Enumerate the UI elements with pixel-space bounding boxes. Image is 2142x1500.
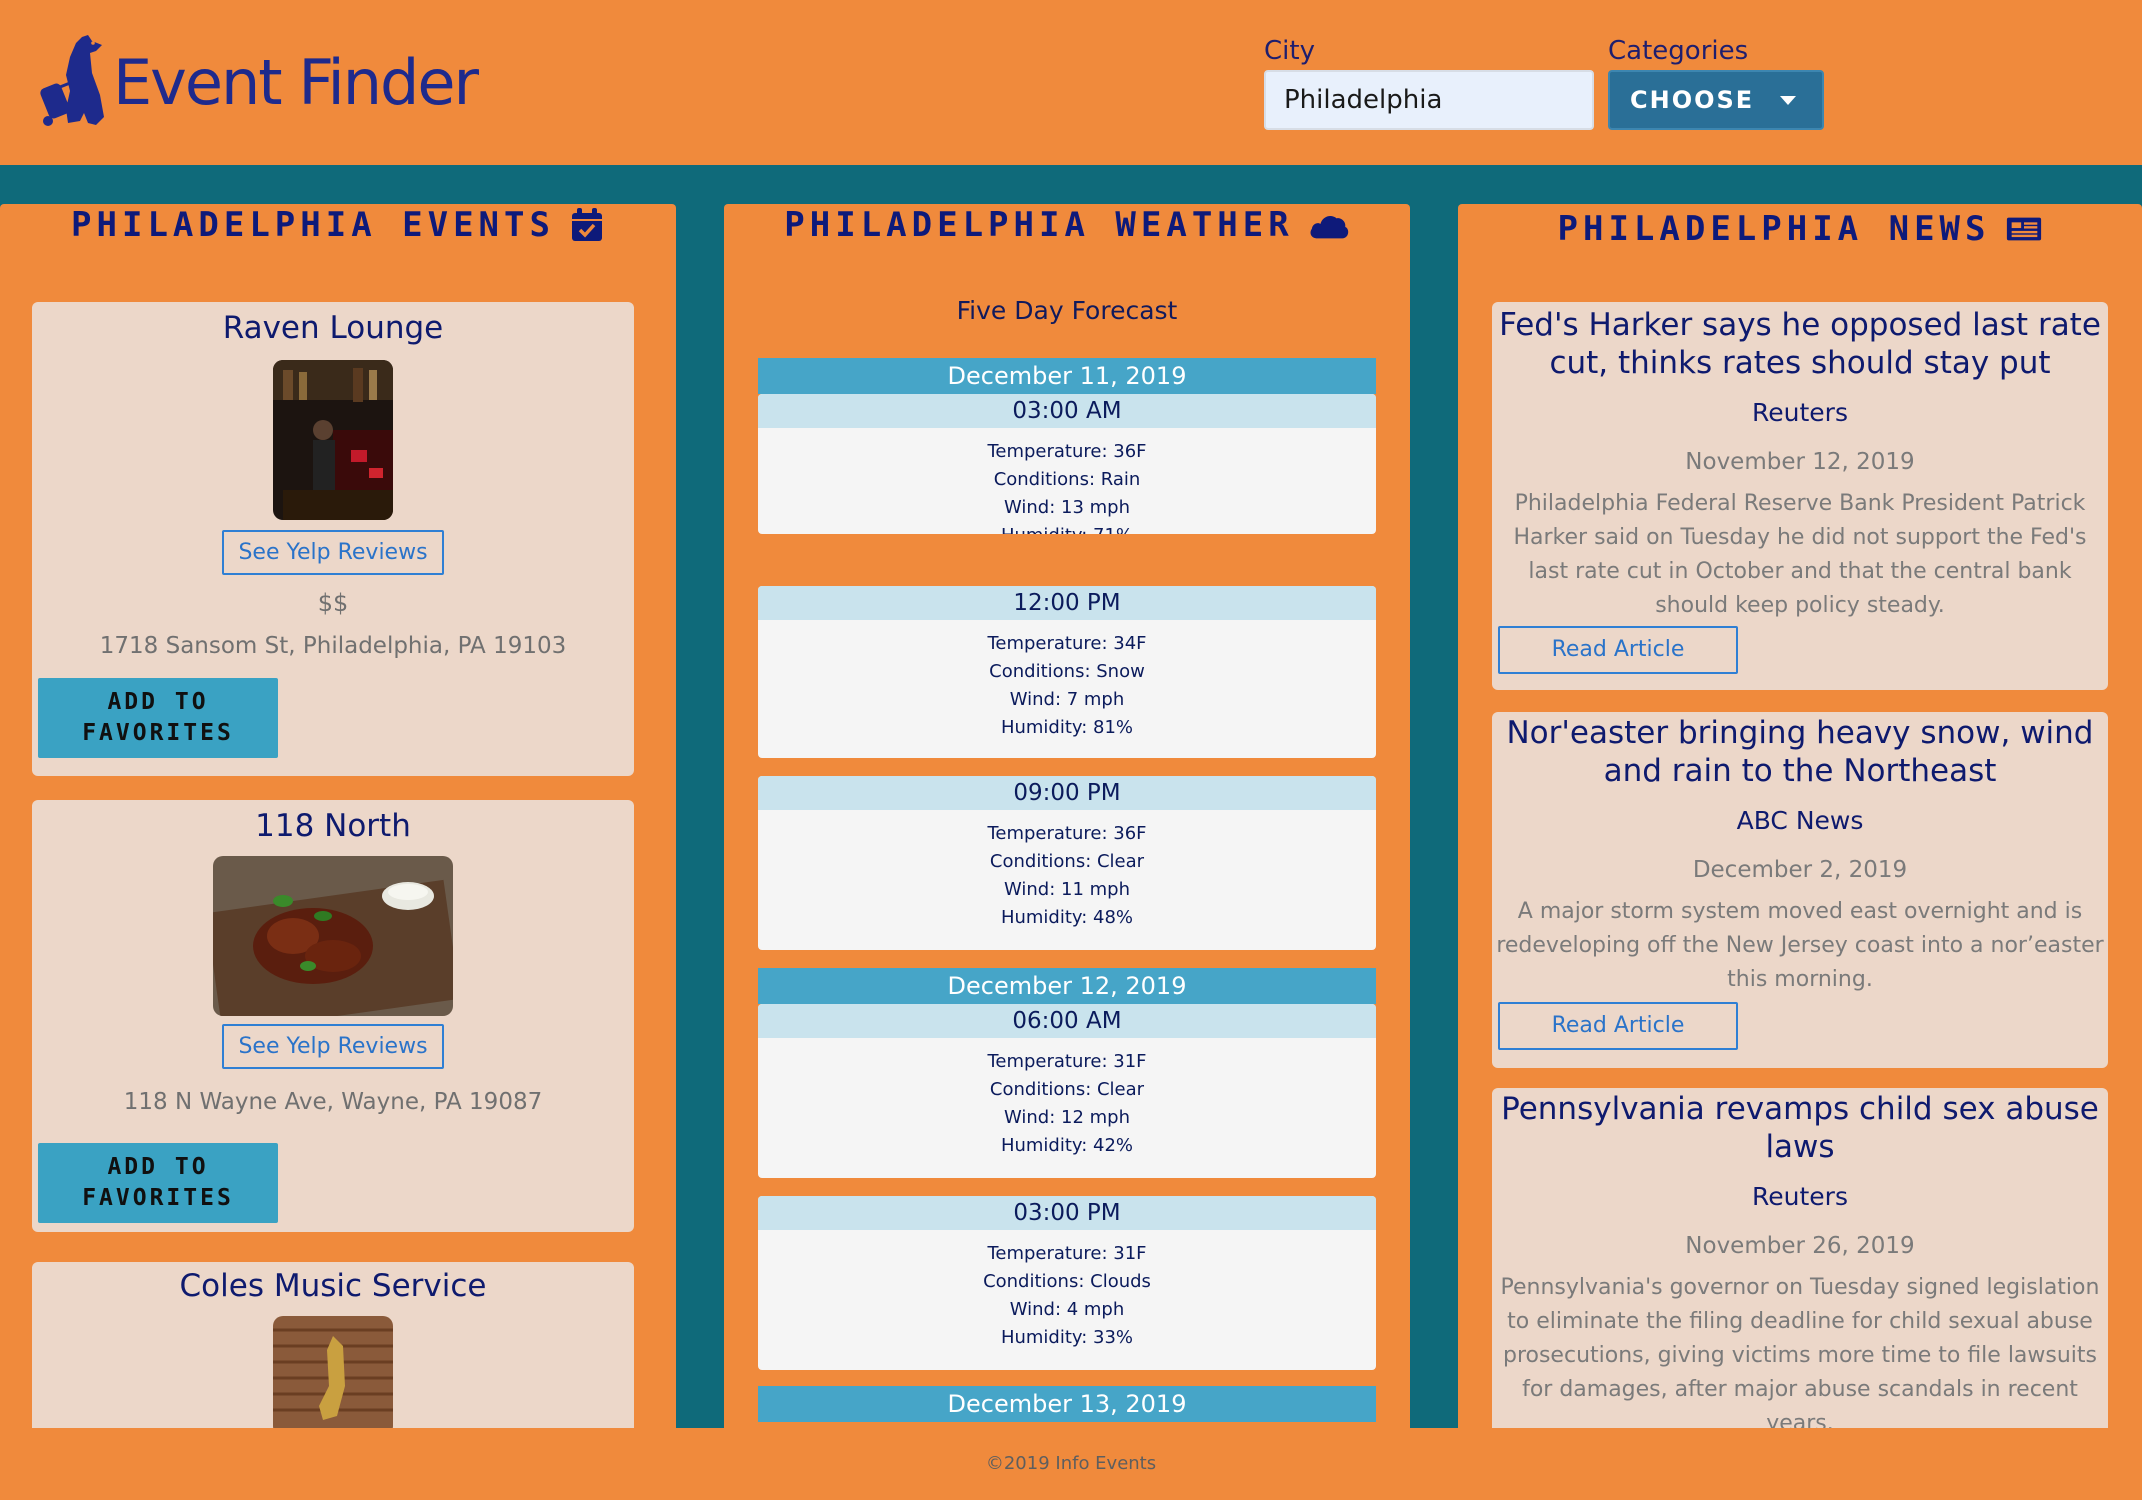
news-card: Fed's Harker says he opposed last rate c… [1492, 302, 2108, 690]
app-title: Event Finder [113, 45, 479, 119]
event-address: 118 N Wayne Ave, Wayne, PA 19087 [123, 1089, 543, 1115]
article-source: Reuters [1752, 1182, 1848, 1211]
weather-heading: PHILADELPHIA WEATHER [724, 205, 1410, 245]
weather-wind: Wind: 4 mph [1009, 1299, 1125, 1320]
weather-temperature: Temperature: 36F [987, 823, 1147, 844]
news-title: PHILADELPHIA NEWS [1557, 209, 1991, 249]
page-footer: ©2019 Info Events [0, 1428, 2142, 1500]
article-date: November 12, 2019 [1685, 449, 1915, 475]
read-article-button[interactable]: Read Article [1498, 626, 1738, 674]
add-to-favorites-button[interactable]: ADD TO FAVORITES [38, 678, 278, 758]
event-name: Raven Lounge [222, 310, 444, 346]
weather-humidity: Humidity: 42% [1000, 1135, 1134, 1156]
article-date: December 2, 2019 [1692, 857, 1908, 883]
weather-temperature: Temperature: 31F [987, 1243, 1147, 1264]
weather-wind: Wind: 11 mph [1003, 879, 1131, 900]
weather-temperature: Temperature: 36F [987, 441, 1147, 462]
article-source: Reuters [1752, 398, 1848, 427]
city-input[interactable] [1264, 70, 1594, 130]
weather-entry: 09:00 PM Temperature: 36F Conditions: Cl… [758, 776, 1376, 950]
weather-humidity: Humidity: 81% [1000, 717, 1134, 738]
article-description: Philadelphia Federal Reserve Bank Presid… [1513, 491, 2087, 618]
weather-entry: 06:00 AM Temperature: 31F Conditions: Cl… [758, 1004, 1376, 1178]
city-label: City [1264, 36, 1315, 66]
event-name: Coles Music Service [179, 1268, 487, 1304]
choose-label: CHOOSE [1630, 86, 1755, 114]
weather-time: 09:00 PM [758, 776, 1376, 810]
weather-conditions: Conditions: Clear [989, 1079, 1145, 1100]
news-heading: PHILADELPHIA NEWS [1458, 209, 2142, 249]
app-logo[interactable]: Event Finder [30, 30, 479, 130]
categories-dropdown-button[interactable]: CHOOSE [1608, 70, 1824, 130]
weather-conditions: Conditions: Clouds [983, 1271, 1151, 1292]
weather-conditions: Conditions: Snow [989, 661, 1145, 682]
weather-humidity: Humidity: 33% [1000, 1327, 1134, 1348]
read-article-button[interactable]: Read Article [1498, 1002, 1738, 1050]
forecast-label: Five Day Forecast [956, 296, 1178, 325]
add-to-favorites-button[interactable]: ADD TO FAVORITES [38, 1143, 278, 1223]
cloud-icon [1310, 215, 1348, 239]
weather-wind: Wind: 7 mph [1009, 689, 1125, 710]
see-yelp-reviews-button[interactable]: See Yelp Reviews [222, 530, 444, 575]
events-column[interactable]: PHILADELPHIA EVENTS Raven Lounge See Yel… [0, 204, 676, 1428]
weather-humidity: Humidity: 48% [1000, 907, 1134, 928]
article-title: Fed's Harker says he opposed last rate c… [1499, 307, 2101, 381]
price-level: $$ [317, 589, 349, 617]
weather-wind: Wind: 12 mph [1003, 1107, 1131, 1128]
forecast-date: December 12, 2019 [758, 968, 1376, 1004]
weather-column[interactable]: PHILADELPHIA WEATHER Five Day Forecast D… [724, 204, 1410, 1428]
weather-entry: 03:00 AM Temperature: 36F Conditions: Ra… [758, 394, 1376, 534]
event-card: Raven Lounge See Yelp Reviews $$ 1718 Sa… [32, 302, 634, 776]
weather-conditions: Conditions: Rain [993, 469, 1141, 490]
weather-time: 12:00 PM [758, 586, 1376, 620]
article-date: November 26, 2019 [1685, 1233, 1915, 1259]
event-image[interactable] [273, 1316, 393, 1428]
newspaper-icon [2006, 217, 2041, 241]
article-description: Pennsylvania's governor on Tuesday signe… [1500, 1275, 2100, 1428]
bear-logo-icon [40, 34, 104, 126]
weather-conditions: Conditions: Clear [989, 851, 1145, 872]
event-address: 1718 Sansom St, Philadelphia, PA 19103 [99, 633, 567, 659]
chevron-down-icon [1780, 96, 1796, 105]
event-card: 118 North See Yelp Reviews 118 N Wayne A… [32, 800, 634, 1232]
weather-temperature: Temperature: 31F [987, 1051, 1147, 1072]
event-image[interactable] [273, 360, 393, 520]
article-title: Nor'easter bringing heavy snow, wind and… [1506, 715, 2094, 789]
weather-wind: Wind: 13 mph [1003, 497, 1131, 518]
weather-temperature: Temperature: 34F [987, 633, 1147, 654]
calendar-check-icon [571, 208, 602, 241]
weather-time: 06:00 AM [758, 1004, 1376, 1038]
event-card: Coles Music Service [32, 1262, 634, 1428]
weather-humidity: Humidity: 71% [758, 522, 1376, 534]
copyright-text: ©2019 Info Events [985, 1453, 1157, 1474]
weather-time: 03:00 AM [758, 394, 1376, 428]
event-image[interactable] [213, 856, 453, 1016]
weather-time: 03:00 PM [758, 1196, 1376, 1230]
events-title: PHILADELPHIA EVENTS [71, 205, 555, 245]
forecast-date: December 11, 2019 [758, 358, 1376, 394]
forecast-date: December 13, 2019 [758, 1386, 1376, 1422]
news-card: Nor'easter bringing heavy snow, wind and… [1492, 712, 2108, 1068]
article-source: ABC News [1736, 806, 1864, 835]
weather-entry: 12:00 PM Temperature: 34F Conditions: Sn… [758, 586, 1376, 758]
weather-title: PHILADELPHIA WEATHER [784, 205, 1294, 245]
categories-label: Categories [1608, 36, 1749, 66]
app-header: Event Finder City Categories CHOOSE [0, 0, 2142, 165]
news-column[interactable]: PHILADELPHIA NEWS Fed's Harker says he o… [1458, 204, 2142, 1428]
news-card: Pennsylvania revamps child sex abuse law… [1492, 1088, 2108, 1428]
event-name: 118 North [255, 808, 411, 844]
article-title: Pennsylvania revamps child sex abuse law… [1501, 1091, 2099, 1165]
see-yelp-reviews-button[interactable]: See Yelp Reviews [222, 1024, 444, 1069]
article-description: A major storm system moved east overnigh… [1496, 899, 2104, 992]
weather-entry: 03:00 PM Temperature: 31F Conditions: Cl… [758, 1196, 1376, 1370]
events-heading: PHILADELPHIA EVENTS [0, 205, 676, 245]
